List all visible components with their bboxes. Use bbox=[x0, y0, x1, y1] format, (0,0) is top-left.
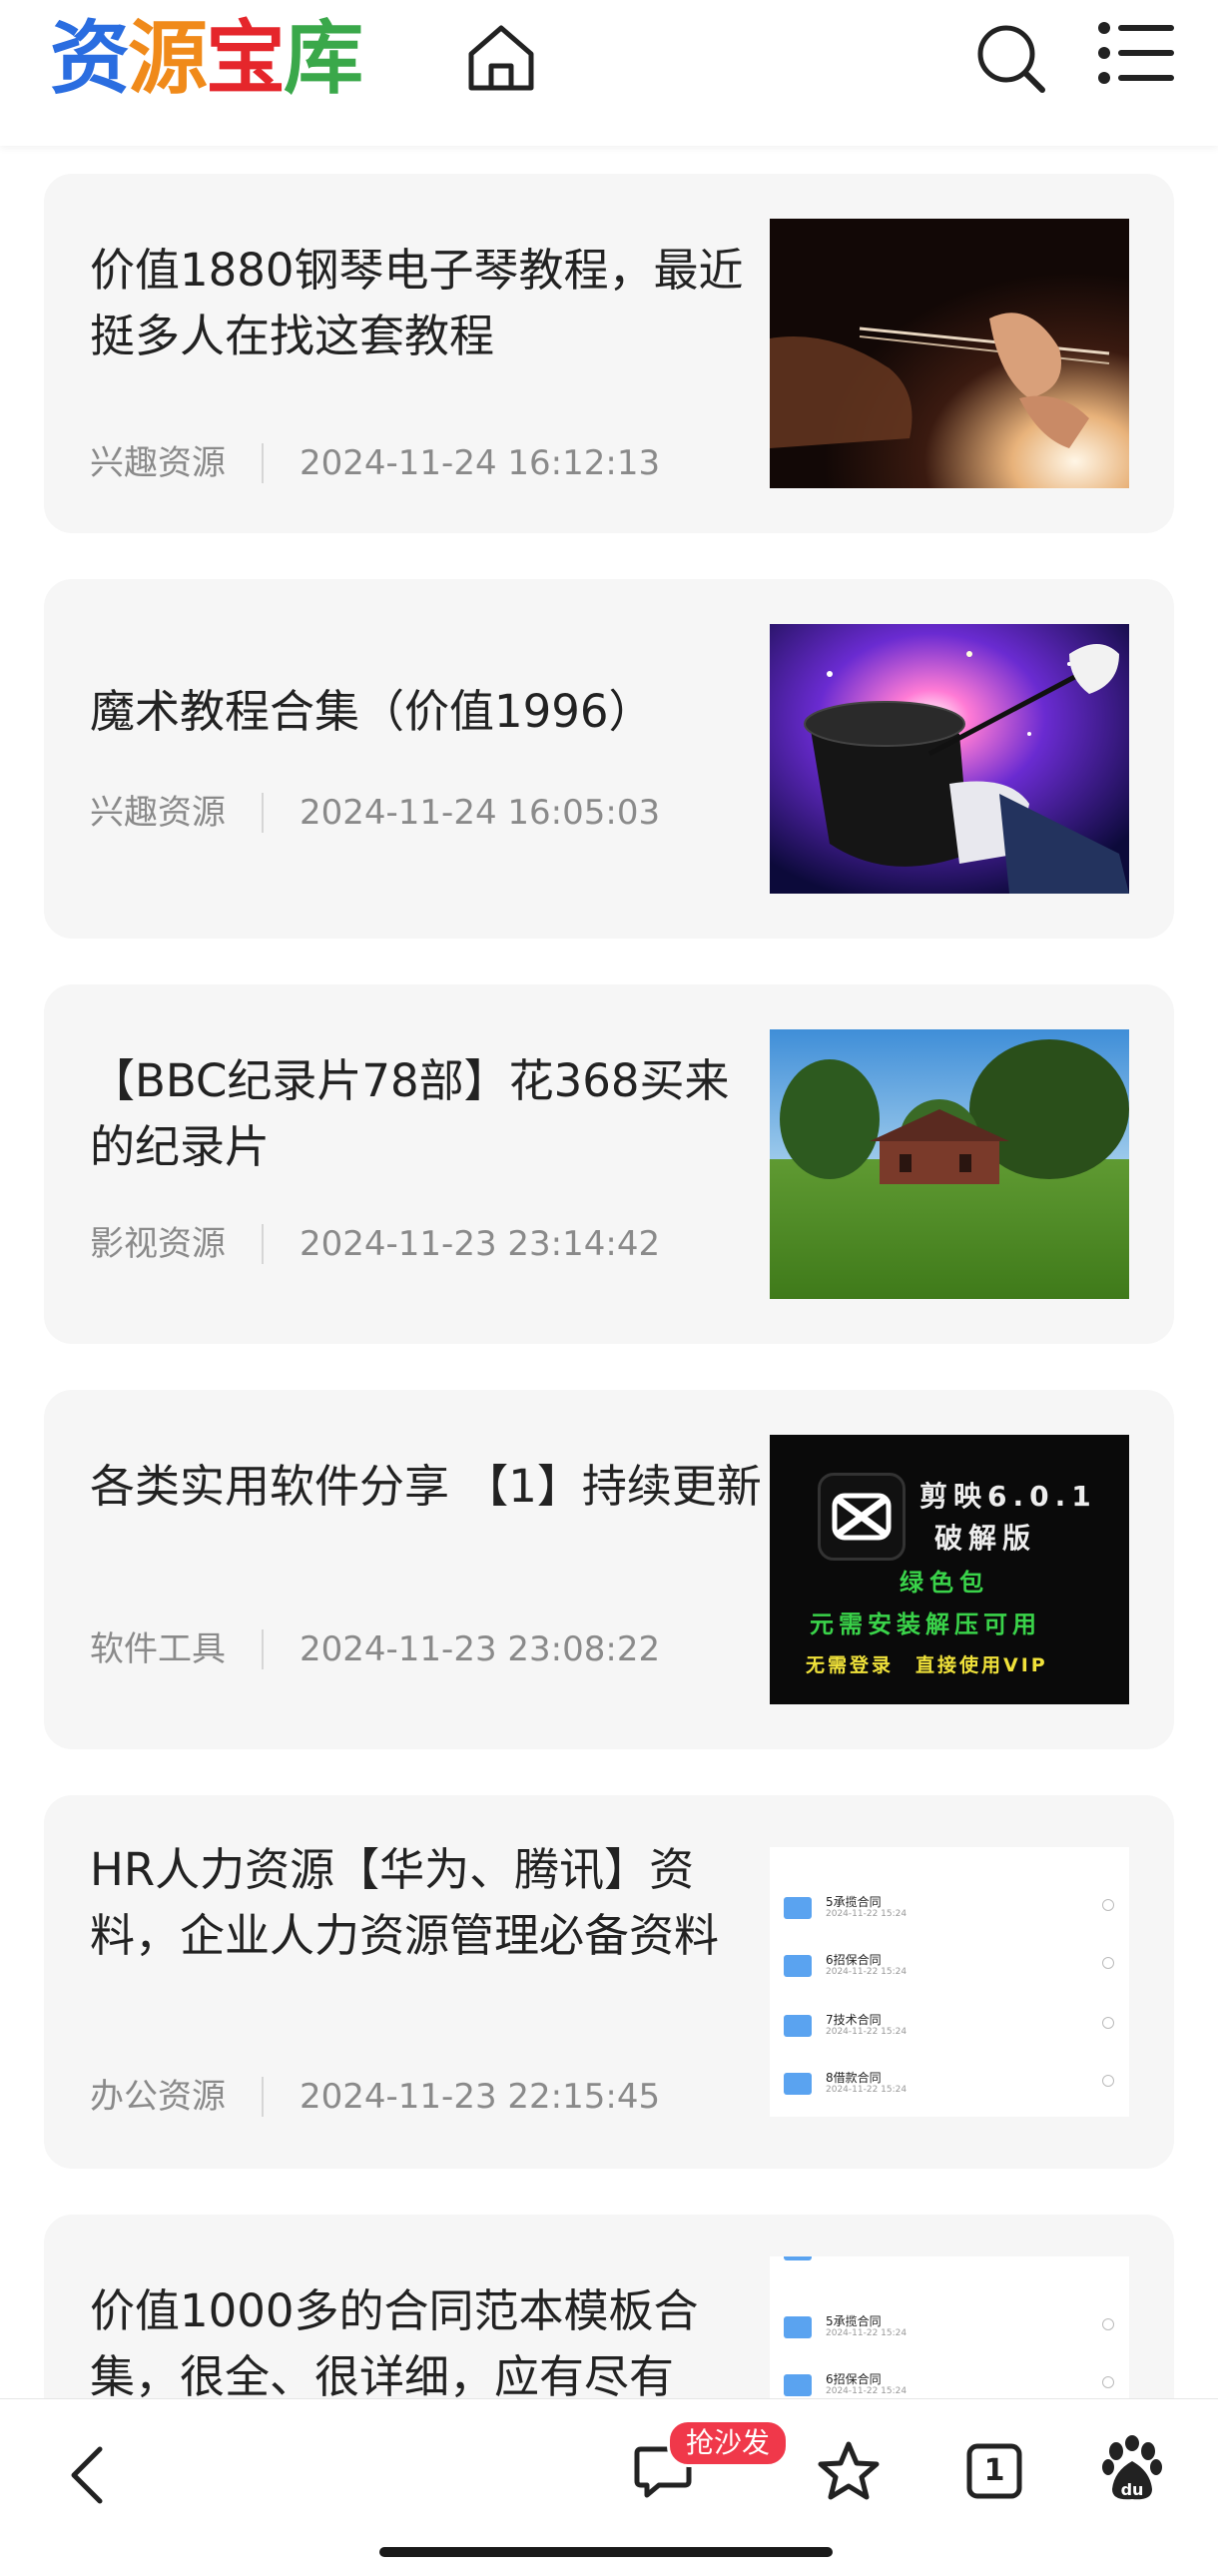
favorite-star-icon[interactable] bbox=[817, 2439, 881, 2503]
article-time: 2024-11-24 16:05:03 bbox=[300, 793, 661, 833]
radio-icon bbox=[1102, 2075, 1114, 2087]
article-title[interactable]: 各类实用软件分享 【1】持续更新 bbox=[90, 1454, 769, 1520]
magic-hat-photo bbox=[770, 624, 1129, 894]
folder-icon bbox=[784, 2374, 812, 2396]
radio-icon bbox=[1102, 1957, 1114, 1969]
article-card[interactable]: 【BBC纪录片78部】花368买来的纪录片 影视资源 2024-11-23 23:… bbox=[44, 984, 1174, 1344]
svg-text:du: du bbox=[1121, 2480, 1144, 2499]
article-card[interactable]: 价值1000多的合同范本模板合集，很全、很详细，应有尽有 5承揽合同 2024-… bbox=[44, 2215, 1174, 2398]
article-category[interactable]: 兴趣资源 bbox=[90, 443, 226, 483]
article-card[interactable]: 各类实用软件分享 【1】持续更新 软件工具 2024-11-23 23:08:22… bbox=[44, 1390, 1174, 1749]
file-name: 8借款合同 bbox=[826, 2071, 882, 2085]
promo-line: 元需安装解压可用 bbox=[810, 1610, 1041, 1638]
article-thumbnail[interactable] bbox=[770, 624, 1129, 894]
promo-line: 破解版 bbox=[934, 1522, 1037, 1555]
meta-divider bbox=[262, 443, 264, 483]
logo-char: 宝 bbox=[206, 12, 286, 105]
article-meta: 兴趣资源 2024-11-24 16:05:03 bbox=[90, 793, 660, 833]
folder-icon bbox=[784, 2073, 812, 2095]
file-name: 7技术合同 bbox=[826, 2013, 882, 2027]
meta-divider bbox=[262, 793, 264, 833]
article-title[interactable]: 价值1000多的合同范本模板合集，很全、很详细，应有尽有 bbox=[90, 2278, 769, 2398]
radio-icon bbox=[1102, 2017, 1114, 2029]
folder-icon bbox=[784, 1955, 812, 1977]
article-thumbnail[interactable]: 剪映6.0.1 破解版 绿色包 元需安装解压可用 无需登录 直接使用VIP bbox=[770, 1435, 1129, 1704]
file-row: 6招保合同 2024-11-22 15:24 bbox=[770, 2366, 1129, 2398]
promo-line: 绿色包 bbox=[900, 1569, 989, 1597]
file-row: 8借款合同 2024-11-22 15:24 bbox=[770, 2065, 1129, 2115]
meta-divider bbox=[262, 1224, 264, 1264]
file-date: 2024-11-22 15:24 bbox=[826, 2027, 908, 2037]
home-indicator[interactable] bbox=[379, 2547, 833, 2557]
baidu-paw-icon[interactable]: du bbox=[1100, 2435, 1164, 2505]
article-thumbnail[interactable]: 5承揽合同 2024-11-22 15:24 6招保合同 2024-11-22 … bbox=[770, 2256, 1129, 2398]
back-arrow-icon[interactable] bbox=[62, 2443, 112, 2507]
radio-icon bbox=[1102, 1899, 1114, 1911]
article-category[interactable]: 办公资源 bbox=[90, 2077, 226, 2117]
article-time: 2024-11-23 23:08:22 bbox=[300, 1629, 661, 1669]
article-feed: 价值1880钢琴电子琴教程，最近挺多人在找这套教程 兴趣资源 2024-11-24… bbox=[0, 146, 1218, 2398]
tab-count: 1 bbox=[983, 2453, 1005, 2488]
file-row: 5承揽合同 2024-11-22 15:24 bbox=[770, 1889, 1129, 1939]
article-time: 2024-11-24 16:12:13 bbox=[300, 443, 661, 483]
file-date: 2024-11-22 15:24 bbox=[826, 2386, 908, 2396]
article-title[interactable]: 【BBC纪录片78部】花368买来的纪录片 bbox=[90, 1048, 769, 1180]
file-name: 6招保合同 bbox=[826, 1953, 882, 1967]
search-icon[interactable] bbox=[968, 16, 1052, 100]
meta-divider bbox=[262, 2077, 264, 2117]
article-meta: 兴趣资源 2024-11-24 16:12:13 bbox=[90, 443, 660, 483]
article-card[interactable]: 魔术教程合集（价值1996） 兴趣资源 2024-11-24 16:05:03 bbox=[44, 579, 1174, 939]
folder-icon bbox=[784, 2316, 812, 2338]
sofa-badge[interactable]: 抢沙发 bbox=[667, 2419, 790, 2467]
file-date: 2024-11-22 15:24 bbox=[826, 2328, 908, 2338]
article-card[interactable]: 价值1880钢琴电子琴教程，最近挺多人在找这套教程 兴趣资源 2024-11-24… bbox=[44, 174, 1174, 533]
file-name: 5承揽合同 bbox=[826, 1895, 882, 1909]
file-date: 2024-11-22 15:24 bbox=[826, 2085, 908, 2095]
violin-photo bbox=[770, 219, 1129, 488]
file-name: 5承揽合同 bbox=[826, 2314, 882, 2328]
promo-line: 无需登录 直接使用VIP bbox=[806, 1654, 1048, 1676]
logo-char: 库 bbox=[284, 12, 363, 105]
folder-icon bbox=[784, 1897, 812, 1919]
capcut-app-icon bbox=[818, 1473, 906, 1561]
article-title[interactable]: 价值1880钢琴电子琴教程，最近挺多人在找这套教程 bbox=[90, 238, 769, 369]
article-category[interactable]: 软件工具 bbox=[90, 1629, 226, 1669]
article-time: 2024-11-23 23:14:42 bbox=[300, 1224, 661, 1264]
meta-divider bbox=[262, 1629, 264, 1669]
article-card[interactable]: HR人力资源【华为、腾讯】资料，企业人力资源管理必备资料 办公资源 2024-11… bbox=[44, 1795, 1174, 2169]
article-category[interactable]: 兴趣资源 bbox=[90, 793, 226, 833]
file-row: 6招保合同 2024-11-22 15:24 bbox=[770, 1947, 1129, 1997]
article-thumbnail[interactable]: 5承揽合同 2024-11-22 15:24 6招保合同 2024-11-22 … bbox=[770, 1847, 1129, 2117]
folder-icon bbox=[784, 2015, 812, 2037]
file-row: 7技术合同 2024-11-22 15:24 bbox=[770, 2007, 1129, 2057]
article-meta: 软件工具 2024-11-23 23:08:22 bbox=[90, 1629, 660, 1669]
article-category[interactable]: 影视资源 bbox=[90, 1224, 226, 1264]
file-date: 2024-11-22 15:24 bbox=[826, 1967, 908, 1977]
top-header: 资源宝库 bbox=[0, 0, 1218, 146]
article-time: 2024-11-23 22:15:45 bbox=[300, 2077, 661, 2117]
file-name: 6招保合同 bbox=[826, 2372, 882, 2386]
menu-icon[interactable] bbox=[1096, 18, 1176, 88]
logo-char: 资 bbox=[50, 12, 130, 105]
site-logo[interactable]: 资源宝库 bbox=[50, 12, 363, 105]
file-row bbox=[770, 2256, 1129, 2276]
folder-icon bbox=[784, 2256, 812, 2260]
article-title[interactable]: HR人力资源【华为、腾讯】资料，企业人力资源管理必备资料 bbox=[90, 1837, 769, 1969]
article-meta: 办公资源 2024-11-23 22:15:45 bbox=[90, 2077, 660, 2117]
article-thumbnail[interactable] bbox=[770, 1029, 1129, 1299]
home-icon[interactable] bbox=[461, 18, 541, 98]
radio-icon bbox=[1102, 2318, 1114, 2330]
file-row bbox=[770, 1847, 1129, 1857]
logo-char: 源 bbox=[128, 12, 208, 105]
article-meta: 影视资源 2024-11-23 23:14:42 bbox=[90, 1224, 660, 1264]
promo-line: 剪映6.0.1 bbox=[919, 1480, 1097, 1513]
house-lawn-photo bbox=[770, 1029, 1129, 1299]
file-date: 2024-11-22 15:24 bbox=[826, 1909, 908, 1919]
article-title[interactable]: 魔术教程合集（价值1996） bbox=[90, 679, 769, 745]
file-row: 5承揽合同 2024-11-22 15:24 bbox=[770, 2308, 1129, 2358]
radio-icon bbox=[1102, 2376, 1114, 2388]
article-thumbnail[interactable] bbox=[770, 219, 1129, 488]
